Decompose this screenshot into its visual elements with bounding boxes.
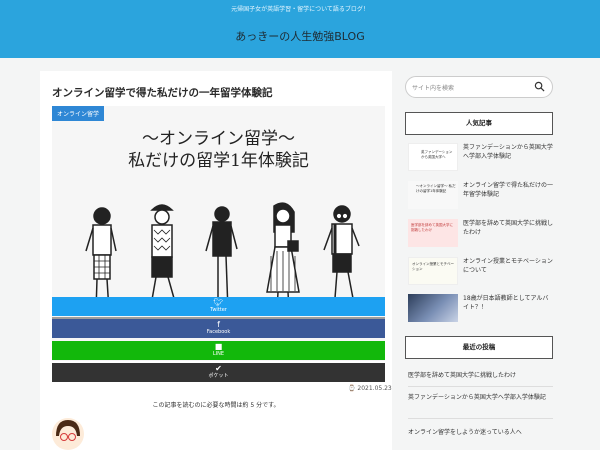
share-line-button[interactable]: ■ LINE xyxy=(52,341,385,360)
facebook-f-icon: f xyxy=(217,320,220,329)
twitter-bird-icon: 🐦︎ xyxy=(213,298,224,307)
share-pocket-label: ポケット xyxy=(208,373,229,379)
popular-thumb-text: オンライン授業とモチベーション xyxy=(412,262,454,271)
reading-time: この記事を読むのに必要な時間は約 5 分です。 xyxy=(152,402,280,409)
site-title-link[interactable]: あっきーの人生勉強BLOG xyxy=(0,28,600,44)
popular-thumb-text: 英ファンデーションから英国大学へ xyxy=(421,150,453,159)
article-card: オンライン留学で得た私だけの一年留学体験記 〜オンライン留学〜 私だけの留学1年… xyxy=(40,71,392,450)
line-logo-icon: ■ xyxy=(214,342,223,351)
share-facebook-button[interactable]: f Facebook xyxy=(52,319,385,338)
search-icon[interactable] xyxy=(534,81,545,92)
share-pocket-button[interactable]: ✔ ポケット xyxy=(52,363,385,382)
popular-post-title: 医学部を辞めて英国大学に挑戦したわけ xyxy=(463,220,554,236)
share-twitter-button[interactable]: 🐦︎ Twitter xyxy=(52,297,385,316)
popular-posts-heading: 人気記事 xyxy=(405,112,553,135)
popular-post-title: 英ファンデーションから英国大学へ学部入学体験記 xyxy=(463,144,553,160)
popular-post-thumbnail: 〜オンライン留学〜 私だけの留学1年体験記 xyxy=(408,181,458,209)
site-tagline: 元帰国子女が英語学習・留学について語るブログ！ xyxy=(231,6,369,13)
share-facebook-label: Facebook xyxy=(206,329,231,335)
popular-post-thumbnail xyxy=(408,294,458,322)
recent-post-link[interactable]: 英ファンデーションから英国大学へ学部入学体験記 xyxy=(408,393,553,403)
popular-post-title: オンライン授業とモチベーションについて xyxy=(463,258,553,274)
post-date-value: 2021.05.23 xyxy=(357,385,392,392)
popular-post-item[interactable]: 英ファンデーションから英国大学へ 英ファンデーションから英国大学へ学部入学体験記 xyxy=(408,143,556,173)
share-twitter-label: Twitter xyxy=(210,307,227,313)
recent-posts-heading: 最近の投稿 xyxy=(405,336,553,359)
popular-post-thumbnail: 英ファンデーションから英国大学へ xyxy=(408,143,458,171)
popular-post-title: 18歳が日本語教師としてアルバイト？！ xyxy=(463,295,549,311)
recent-post-link[interactable]: 医学部を辞めて英国大学に挑戦したわけ xyxy=(408,371,553,381)
recent-post-divider xyxy=(408,386,553,387)
site-header: 元帰国子女が英語学習・留学について語るブログ！ あっきーの人生勉強BLOG xyxy=(0,0,600,58)
author-avatar xyxy=(52,418,84,450)
popular-post-thumbnail: 医学部を辞めて英国大学に挑戦したわけ xyxy=(408,219,458,247)
popular-post-item[interactable]: 医学部を辞めて英国大学に挑戦したわけ 医学部を辞めて英国大学に挑戦したわけ xyxy=(408,219,556,249)
popular-thumb-text: 医学部を辞めて英国大学に挑戦したわけ xyxy=(411,223,453,232)
recent-post-divider xyxy=(408,418,553,419)
post-date: ⌚ 2021.05.23 xyxy=(348,385,392,392)
popular-post-item[interactable]: オンライン授業とモチベーション オンライン授業とモチベーションについて xyxy=(408,257,556,287)
share-line-label: LINE xyxy=(212,351,225,357)
pocket-icon: ✔ xyxy=(215,364,222,373)
popular-post-title: オンライン留学で得た私だけの一年留学体験記 xyxy=(463,182,554,198)
search-placeholder: サイト内を検索 xyxy=(412,85,455,92)
category-badge[interactable]: オンライン留学 xyxy=(52,106,105,121)
popular-post-thumbnail: オンライン授業とモチベーション xyxy=(408,257,458,285)
popular-post-item[interactable]: 〜オンライン留学〜 私だけの留学1年体験記 オンライン留学で得た私だけの一年留学… xyxy=(408,181,556,211)
popular-thumb-text: 〜オンライン留学〜 私だけの留学1年体験記 xyxy=(416,184,456,193)
search-input[interactable]: サイト内を検索 xyxy=(405,76,553,98)
article-title: オンライン留学で得た私だけの一年留学体験記 xyxy=(52,87,273,99)
recent-post-link[interactable]: オンライン留学をしようか迷っている人へ xyxy=(408,428,553,438)
popular-post-item[interactable]: 18歳が日本語教師としてアルバイト？！ xyxy=(408,294,556,324)
